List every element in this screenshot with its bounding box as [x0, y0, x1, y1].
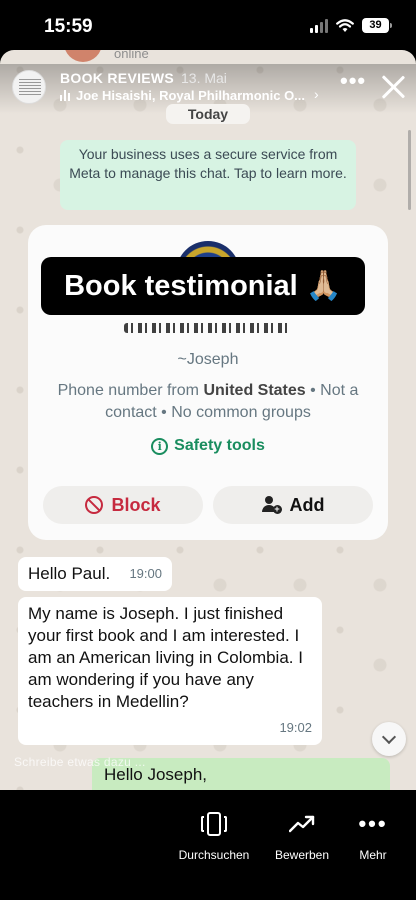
battery-icon: 39 [362, 18, 392, 33]
status-bar: 15:59 39 [0, 0, 416, 50]
message-time: 19:00 [129, 566, 162, 581]
story-date: 13. Mai [181, 70, 227, 86]
story-account-name[interactable]: BOOK REVIEWS [60, 70, 174, 86]
chat-avatar [64, 50, 102, 62]
browse-label: Durchsuchen [178, 848, 250, 862]
contact-card: Book testimonial 🙏🏼 ~Joseph Phone number… [28, 225, 388, 540]
safety-tools-link[interactable]: i Safety tools [28, 437, 388, 455]
more-label: Mehr [359, 848, 387, 862]
chat-online-status: online [114, 50, 149, 61]
contact-name: ~Joseph [177, 351, 239, 368]
message-text: Hello Paul. [28, 564, 111, 583]
message-text: My name is Joseph. I just finished your … [28, 604, 303, 711]
chevron-right-icon[interactable]: › [314, 86, 319, 102]
reply-input-placeholder[interactable]: Schreibe etwas dazu ... [14, 755, 146, 769]
bottom-toolbar: Durchsuchen Bewerben ••• Mehr [0, 790, 416, 900]
scroll-indicator [408, 130, 411, 210]
scroll-down-button[interactable] [372, 722, 406, 756]
promote-label: Bewerben [274, 848, 330, 862]
story-music-title: Joe Hisaishi, Royal Philharmonic O... [76, 88, 306, 103]
phone-country: United States [203, 382, 306, 399]
carousel-icon [201, 812, 227, 836]
incoming-message[interactable]: My name is Joseph. I just finished your … [18, 597, 322, 745]
block-label: Block [111, 494, 161, 515]
add-user-icon: + [261, 496, 282, 514]
more-horizontal-icon[interactable]: ••• [340, 70, 366, 92]
cellular-signal-icon [310, 18, 328, 33]
more-horizontal-icon: ••• [358, 811, 388, 836]
browse-button[interactable]: Durchsuchen [169, 810, 259, 862]
story-account-avatar[interactable] [12, 70, 46, 104]
close-icon[interactable] [380, 74, 406, 100]
block-icon [85, 496, 104, 514]
more-button[interactable]: ••• Mehr [328, 810, 416, 863]
wifi-icon [336, 18, 354, 32]
battery-level: 39 [362, 18, 389, 33]
screen: 15:59 39 online BOOK REVIEWS 13. Mai Joe… [0, 0, 416, 900]
block-button[interactable]: Block [43, 486, 203, 524]
business-notice[interactable]: Your business uses a secure service from… [60, 140, 356, 210]
status-icons: 39 [310, 18, 392, 33]
trending-up-icon [289, 810, 315, 838]
music-bars-icon [60, 90, 70, 101]
status-time: 15:59 [44, 16, 93, 37]
story-music-link[interactable]: Joe Hisaishi, Royal Philharmonic O... [60, 88, 305, 103]
info-icon: i [151, 437, 169, 455]
incoming-message[interactable]: Hello Paul. 19:00 [18, 557, 172, 591]
story-title-overlay: Book testimonial 🙏🏼 [41, 257, 365, 315]
redacted-phone-number [124, 323, 290, 333]
contact-phone-info: Phone number from United States • Not a … [57, 382, 359, 421]
safety-tools-label: Safety tools [174, 437, 265, 454]
date-pill: Today [166, 104, 250, 124]
add-contact-button[interactable]: + Add [213, 486, 373, 524]
message-time: 19:02 [279, 720, 312, 735]
add-label: Add [289, 494, 325, 515]
